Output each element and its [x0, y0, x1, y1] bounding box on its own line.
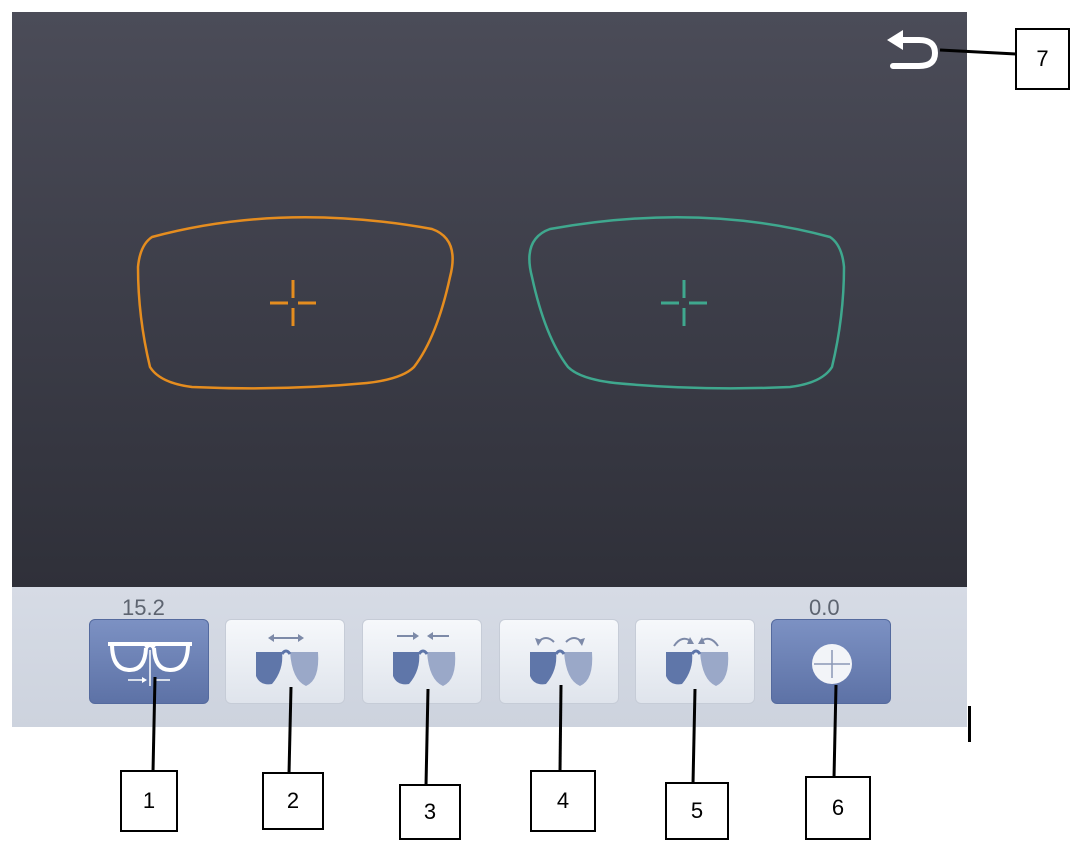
callout-7: 7 — [1015, 28, 1070, 90]
callout-1: 1 — [120, 770, 178, 832]
callout-leader-lines — [151, 48, 1017, 787]
callout-6: 6 — [805, 776, 871, 840]
callout-2: 2 — [262, 772, 324, 830]
callout-5: 5 — [665, 782, 729, 840]
marker-line — [968, 706, 971, 742]
callout-4: 4 — [530, 770, 596, 832]
callout-3: 3 — [399, 784, 461, 840]
